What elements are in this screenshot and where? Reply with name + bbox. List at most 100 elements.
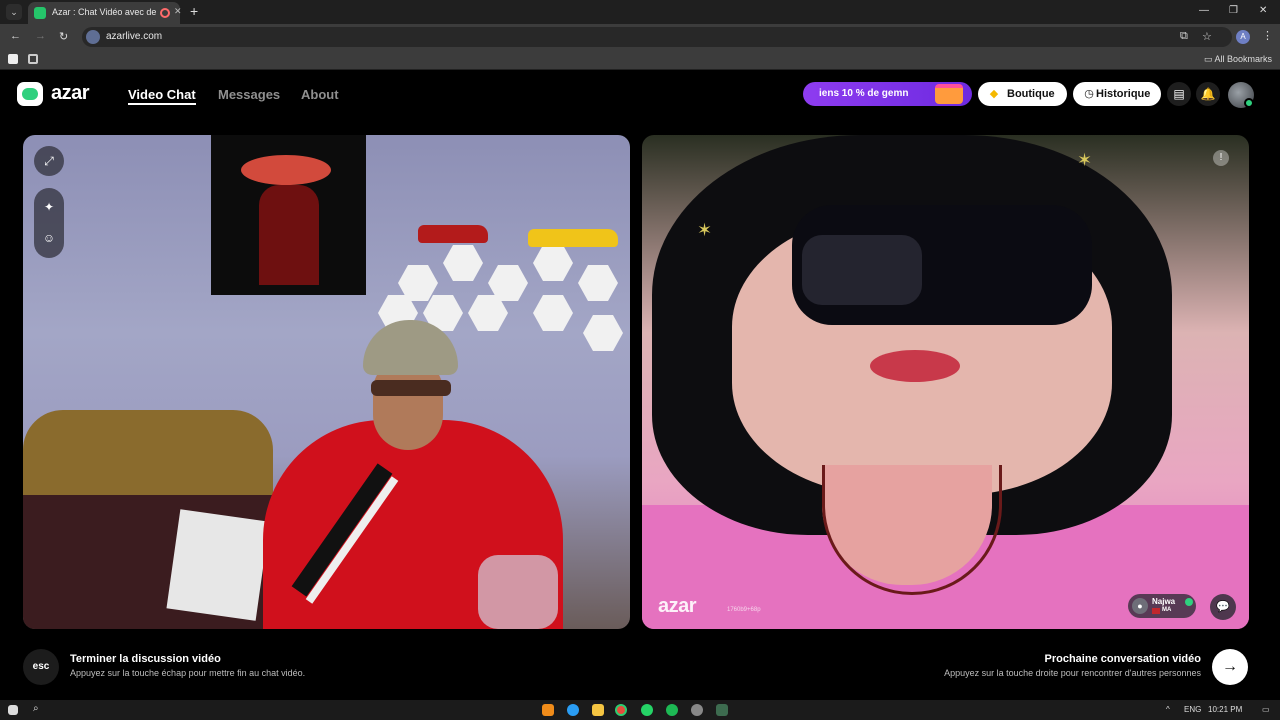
end-chat-title: Terminer la discussion vidéo [70,653,221,665]
peer-lips [870,350,960,382]
poster-hat [241,155,331,185]
arrow-right-icon: → [1222,658,1238,675]
azar-watermark: azar [658,595,697,617]
bed-headboard [23,410,273,500]
hex-light [533,245,573,281]
browser-tabstrip: ⌄ Azar : Chat Vidéo avec de n ✕ + — ❐ ✕ [0,0,1280,24]
url-bar[interactable]: azarlive.com ⧉ ☆ [82,27,1232,47]
azar-favicon-icon [34,7,46,19]
peer-avatar-icon: ● [1132,598,1148,614]
azar-logo-icon[interactable] [17,82,43,106]
water-bottle [478,555,558,629]
maximize-button[interactable]: ❐ [1229,5,1238,16]
tab-search-icon[interactable]: ⌄ [6,4,22,20]
hair-clip-icon: ✶ [1077,150,1093,170]
app-icon[interactable] [691,704,703,716]
pillow-white [166,509,270,621]
historique-button[interactable]: ◷ Historique [1073,82,1161,106]
peer-country: MA [1162,607,1172,613]
nav-messages[interactable]: Messages [218,87,280,102]
fullscreen-control[interactable]: ⤢ [34,146,64,176]
new-tab-button[interactable]: + [190,3,198,19]
app-icon[interactable] [716,704,728,716]
browser-tab[interactable]: Azar : Chat Vidéo avec de n ✕ [28,2,182,24]
report-more-icon[interactable]: ! [1213,150,1229,166]
promo-text: iens 10 % de gemn [819,88,909,99]
apps-grid-icon[interactable] [28,54,38,64]
nav-video-chat[interactable]: Video Chat [128,87,196,102]
active-nav-underline [128,103,196,105]
peer-profile-chip[interactable]: ● Najwa MA [1128,594,1196,618]
hex-light [533,295,573,331]
all-bookmarks-label: All Bookmarks [1214,54,1273,64]
verified-badge-icon [1185,598,1193,606]
next-chat-button[interactable]: → [1212,649,1248,685]
bookmark-star-icon[interactable]: ☆ [1202,30,1212,43]
forward-icon[interactable]: → [35,30,46,42]
recording-icon [160,8,170,18]
magic-wand-icon[interactable]: ✦ [41,199,57,215]
next-chat-title: Prochaine conversation vidéo [1044,653,1202,665]
watermark-id: 1760b9+68p [727,607,761,613]
minimize-button[interactable]: — [1199,5,1209,16]
boutique-label: Boutique [1007,88,1055,100]
toy-car-red [418,225,488,243]
flag-icon [1152,608,1160,614]
back-icon[interactable]: ← [10,30,21,42]
spotify-icon[interactable] [666,704,678,716]
azar-page: azar Video Chat Messages About iens 10 %… [0,70,1280,700]
wall-poster [211,135,366,295]
file-explorer-icon[interactable] [592,704,604,716]
windows-start-icon[interactable] [8,705,18,715]
azar-logo-text[interactable]: azar [51,82,90,105]
bookmarks-bar: ▭ All Bookmarks [0,50,1280,70]
edge-icon[interactable] [567,704,579,716]
browser-menu-icon[interactable]: ⋮ [1262,29,1273,42]
face-filter-icon[interactable]: ☺ [41,230,57,246]
next-chat-subtitle: Appuyez sur la touche droite pour rencon… [944,668,1201,678]
boutique-button[interactable]: ◆ Boutique [978,82,1067,106]
tab-close-icon[interactable]: ✕ [174,6,182,17]
chrome-icon[interactable] [615,704,627,716]
chat-bubble-icon[interactable]: 💬 [1210,594,1236,620]
toy-car-yellow [528,229,618,247]
gems-promo-banner[interactable]: iens 10 % de gemn [803,82,972,106]
poster-figure [259,185,319,285]
hex-light [583,315,623,351]
bell-icon[interactable]: 🔔 [1196,82,1220,106]
nav-about[interactable]: About [301,87,339,102]
notification-icon[interactable]: ▭ [1262,705,1270,714]
reload-icon[interactable]: ↻ [59,30,68,43]
inbox-icon[interactable]: ▤ [1167,82,1191,106]
end-chat-subtitle: Appuyez sur la touche échap pour mettre … [70,668,306,678]
address-bar-row: ← → ↻ azarlive.com ⧉ ☆ A ⋮ [0,24,1280,50]
person-sunglasses [371,380,451,396]
tray-chevron-icon[interactable]: ^ [1166,705,1170,714]
site-info-icon[interactable] [86,30,100,44]
close-window-button[interactable]: ✕ [1259,5,1267,16]
tab-title: Azar : Chat Vidéo avec de n [52,7,156,17]
hex-light [443,245,483,281]
profile-avatar[interactable]: A [1236,30,1250,44]
hair-clip-icon: ✶ [697,220,713,240]
peer-name: Najwa [1152,597,1176,606]
self-video: ⤢ ✦ ☺ [23,135,630,629]
language-indicator[interactable]: ENG [1184,705,1201,714]
windows-taskbar: ⌕ ^ ENG 10:21 PM ▭ [0,700,1280,720]
gift-box-icon [935,84,963,104]
logo-bubble [22,88,38,100]
bookmark-page-icon[interactable] [8,54,18,64]
end-chat-button[interactable]: esc [23,649,59,685]
hex-light [578,265,618,301]
whatsapp-icon[interactable] [641,704,653,716]
sunglasses-lens [802,235,922,305]
clock[interactable]: 10:21 PM [1208,705,1242,714]
url-text: azarlive.com [106,31,163,42]
search-icon[interactable]: ⌕ [33,703,39,714]
all-bookmarks[interactable]: ▭ All Bookmarks [1204,54,1272,65]
vlc-icon[interactable] [542,704,554,716]
peer-video: ✶ ✶ ! azar 1760b9+68p ● Najwa MA 💬 [642,135,1249,629]
expand-icon[interactable]: ⤢ [41,153,57,169]
historique-label: Historique [1096,88,1151,100]
cast-icon[interactable]: ⧉ [1180,30,1188,43]
